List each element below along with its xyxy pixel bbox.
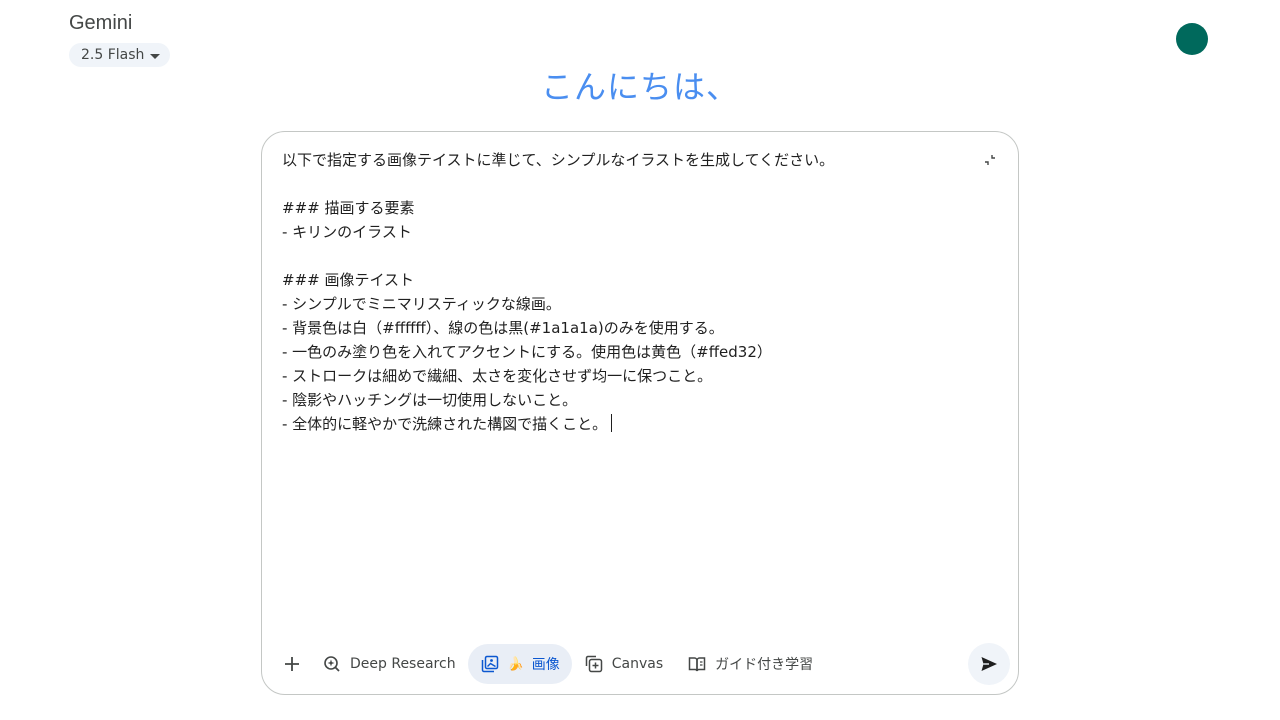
canvas-icon [585,655,602,673]
prompt-line [282,244,972,268]
greeting-title: こんにちは、 [540,68,739,106]
prompt-line: ### 画像テイスト [282,271,415,289]
book-icon [688,657,706,672]
prompt-input[interactable]: 以下で指定する画像テイストに準じて、シンプルなイラストを生成してください。 ##… [282,148,972,436]
add-button[interactable] [274,644,310,684]
image-tool-button[interactable]: 🍌 画像 [467,644,572,684]
guided-learning-label: ガイド付き学習 [715,657,814,673]
prompt-line: - ストロークは細めで繊細、太さを変化させず均一に保つこと。 [282,367,713,385]
banana-icon: 🍌 [507,656,524,672]
composer-toolbar: Deep Research 🍌 画像 Canvas ガイド付き学習 [274,642,1010,686]
prompt-line: 以下で指定する画像テイストに準じて、シンプルなイラストを生成してください。 [282,151,835,169]
prompt-line: ### 描画する要素 [282,199,415,217]
model-label: 2.5 Flash [81,47,145,63]
send-icon [981,657,997,671]
plus-icon [285,657,299,671]
app-title: Gemini [69,12,133,34]
text-cursor [611,414,613,432]
deep-research-icon [324,656,340,672]
prompt-line-last: - 全体的に軽やかで洗練された構図で描くこと。 [282,412,972,436]
canvas-button[interactable]: Canvas [572,644,675,684]
canvas-label: Canvas [611,656,664,672]
prompt-line: - 背景色は白（#ffffff）、線の色は黒(#1a1a1a)のみを使用する。 [282,319,724,337]
deep-research-label: Deep Research [350,656,456,672]
collapse-icon[interactable] [982,152,998,168]
prompt-line: - キリンのイラスト [282,223,412,241]
prompt-line-text: - 全体的に軽やかで洗練された構図で描くこと。 [282,415,608,433]
prompt-line: - 一色のみ塗り色を入れてアクセントにする。使用色は黄色（#ffed32） [282,343,772,361]
prompt-line: - シンプルでミニマリスティックな線画。 [282,295,561,313]
deep-research-button[interactable]: Deep Research [310,644,468,684]
prompt-line [282,172,972,196]
avatar[interactable] [1176,23,1208,55]
guided-learning-button[interactable]: ガイド付き学習 [675,644,825,684]
send-button[interactable] [968,643,1010,685]
prompt-line: - 陰影やハッチングは一切使用しないこと。 [282,391,578,409]
image-tool-label: 画像 [531,657,560,673]
caret-down-icon [150,53,161,59]
image-gallery-icon [481,655,498,673]
prompt-composer[interactable]: 以下で指定する画像テイストに準じて、シンプルなイラストを生成してください。 ##… [261,131,1019,695]
